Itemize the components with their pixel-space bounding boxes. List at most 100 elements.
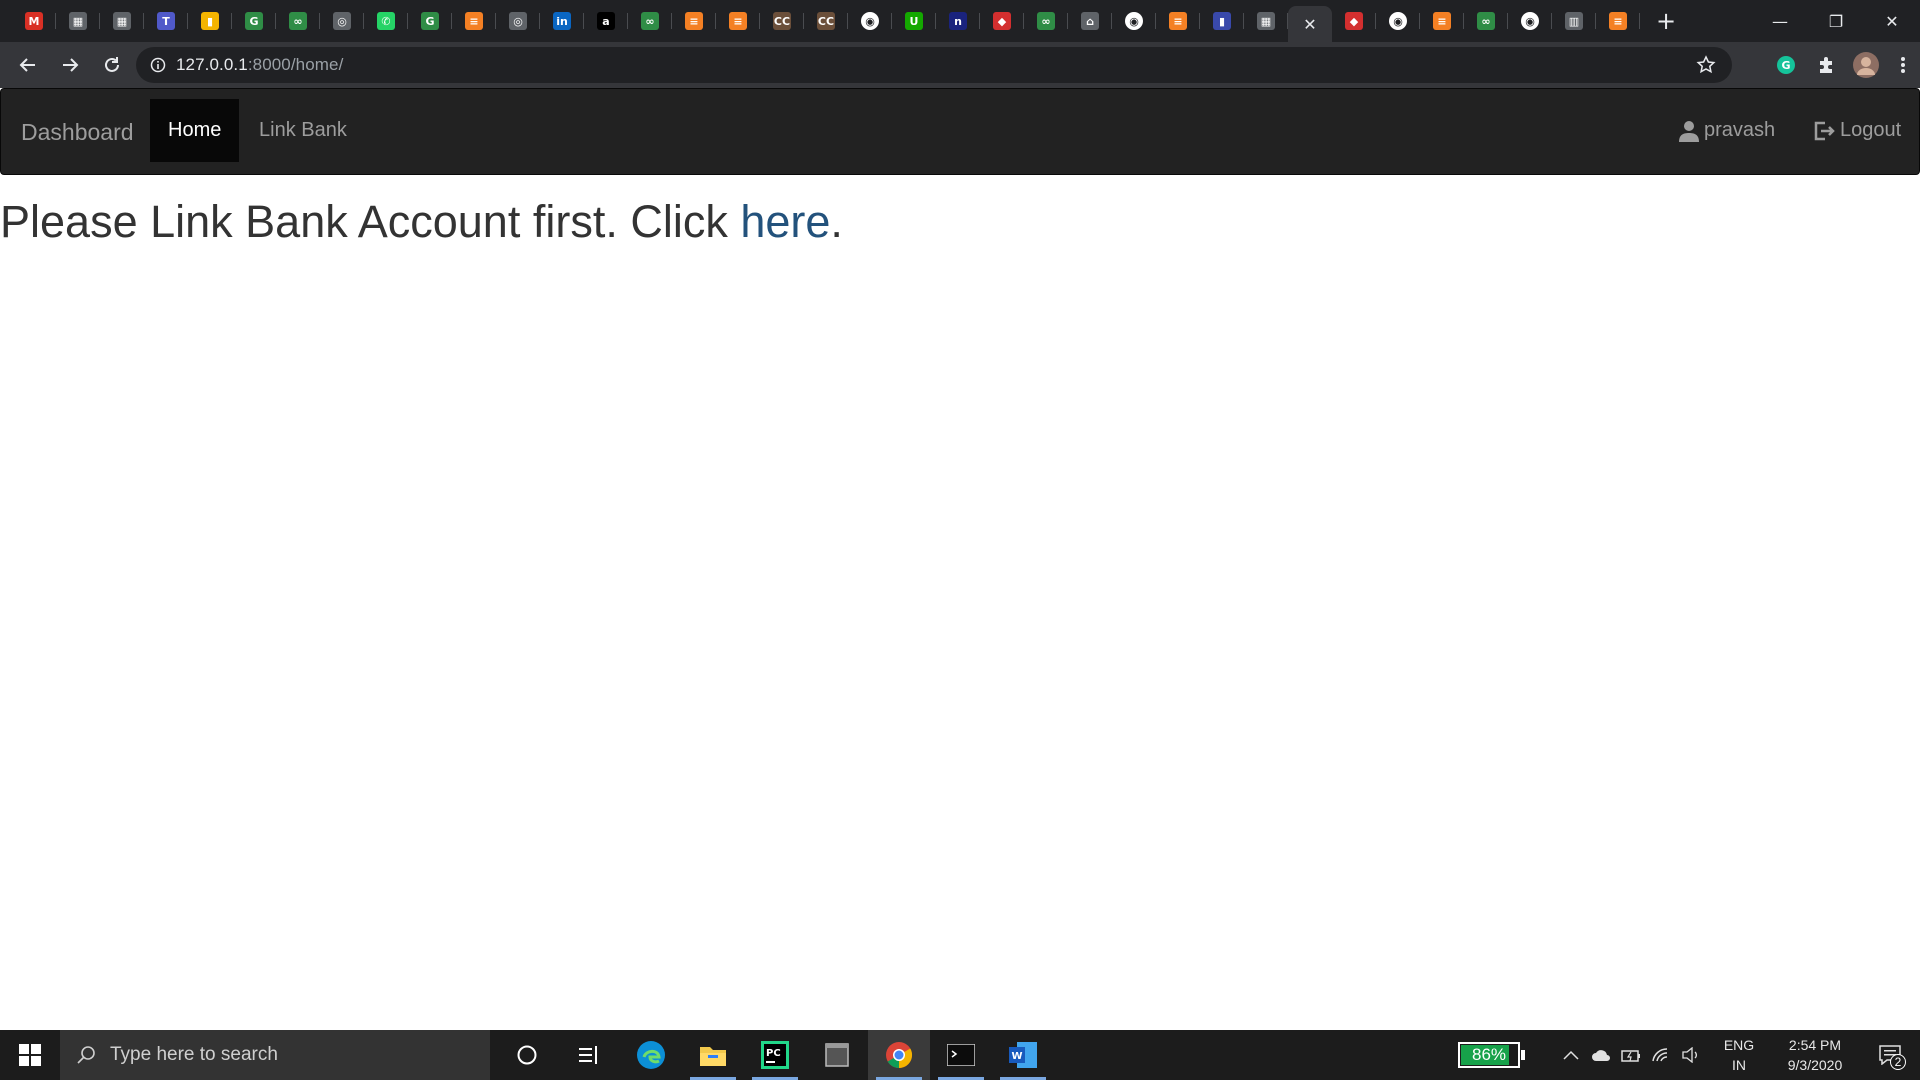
browser-tab[interactable]: n	[936, 0, 980, 42]
wifi-tray[interactable]	[1646, 1030, 1676, 1080]
browser-tab[interactable]: ∞	[1024, 0, 1068, 42]
avatar	[1853, 52, 1879, 78]
chrome-taskbar-button[interactable]	[868, 1030, 930, 1080]
forward-button[interactable]	[50, 45, 90, 85]
browser-tab[interactable]: ≡	[452, 0, 496, 42]
new-tab-button[interactable]: +	[1646, 0, 1686, 42]
taskbar-search[interactable]: Type here to search	[60, 1030, 490, 1080]
url-text[interactable]: 127.0.0.1:8000/home/	[176, 55, 343, 75]
restore-button[interactable]: ❐	[1808, 0, 1864, 42]
gmail-icon: M	[25, 12, 43, 30]
volume-tray[interactable]	[1676, 1030, 1706, 1080]
active-tab[interactable]: ✕	[1288, 6, 1332, 42]
browser-tab[interactable]: M	[12, 0, 56, 42]
file-explorer-taskbar-button[interactable]	[682, 1030, 744, 1080]
pycharm-taskbar-button[interactable]: PC	[744, 1030, 806, 1080]
app-icon: ⌂	[1081, 12, 1099, 30]
start-button[interactable]	[0, 1030, 60, 1080]
extensions-button[interactable]	[1806, 42, 1846, 88]
browser-tab[interactable]: ▮	[188, 0, 232, 42]
action-center-button[interactable]: 2	[1860, 1030, 1920, 1080]
cortana-button[interactable]	[496, 1030, 558, 1080]
browser-tab[interactable]: ≡	[1156, 0, 1200, 42]
back-button[interactable]	[8, 45, 48, 85]
browser-tab-strip: M ▦ ▦ T ▮ G ∞ ◎ ✆ G ≡ ◎ in a ∞ ≡ ≡ CC CC ◉ Un ◆ ∞ ⌂ ◉ ≡ ▮ ▦ ✕ ◆ ◉ ≡ ∞ ◉ ▥ ≡…	[0, 0, 1920, 42]
browser-tab[interactable]: ∞	[628, 0, 672, 42]
notification-count: 2	[1890, 1054, 1906, 1070]
browser-tab[interactable]: ▦	[100, 0, 144, 42]
clock[interactable]: 2:54 PM 9/3/2020	[1770, 1035, 1860, 1075]
browser-tab[interactable]: ◉	[1112, 0, 1156, 42]
browser-tab[interactable]: ◆	[1332, 0, 1376, 42]
book-icon: ▥	[1565, 12, 1583, 30]
link-bank-here-link[interactable]: here	[740, 196, 830, 247]
tab-list: M ▦ ▦ T ▮ G ∞ ◎ ✆ G ≡ ◎ in a ∞ ≡ ≡ CC CC ◉ Un ◆ ∞ ⌂ ◉ ≡ ▮ ▦ ✕ ◆ ◉ ≡ ∞ ◉ ▥ ≡	[0, 0, 1640, 42]
geeksforgeeks-icon: ∞	[1477, 12, 1495, 30]
system-tray: 86% ENG IN 2:54 PM 9/3/2020 2	[1458, 1030, 1920, 1080]
edge-taskbar-button[interactable]	[620, 1030, 682, 1080]
windows-logo-icon	[19, 1044, 41, 1066]
browser-tab[interactable]: ≡	[672, 0, 716, 42]
profile-button[interactable]	[1846, 42, 1886, 88]
browser-tab[interactable]: ◉	[1508, 0, 1552, 42]
browser-tab[interactable]: ✆	[364, 0, 408, 42]
browser-tab[interactable]: ◎	[320, 0, 364, 42]
search-placeholder: Type here to search	[110, 1044, 278, 1065]
close-window-button[interactable]: ✕	[1864, 0, 1920, 42]
browser-tab[interactable]: ≡	[716, 0, 760, 42]
browser-tab[interactable]: in	[540, 0, 584, 42]
terminal-taskbar-button[interactable]	[930, 1030, 992, 1080]
nav-logout-label: Logout	[1840, 119, 1902, 141]
tab-close-icon[interactable]: ✕	[1303, 15, 1316, 34]
nav-home[interactable]: Home	[150, 99, 240, 162]
address-bar[interactable]: 127.0.0.1:8000/home/	[136, 47, 1732, 83]
cortana-icon	[517, 1045, 537, 1065]
task-view-button[interactable]	[558, 1030, 620, 1080]
browser-tab[interactable]: CC	[804, 0, 848, 42]
browser-tab[interactable]: ◆	[980, 0, 1024, 42]
battery-indicator[interactable]: 86%	[1458, 1042, 1525, 1068]
info-icon[interactable]	[150, 57, 166, 73]
browser-tab[interactable]: ▦	[1244, 0, 1288, 42]
message-suffix: .	[830, 196, 843, 247]
menu-button[interactable]	[1886, 42, 1920, 88]
folder-icon	[700, 1047, 726, 1066]
navbar-brand[interactable]: Dashboard	[21, 107, 134, 157]
browser-tab[interactable]: ◉	[848, 0, 892, 42]
browser-tab[interactable]: a	[584, 0, 628, 42]
language-indicator[interactable]: ENG IN	[1714, 1035, 1764, 1075]
browser-tab[interactable]: ▮	[1200, 0, 1244, 42]
geeksforgeeks-icon: G	[421, 12, 439, 30]
speaker-icon	[1682, 1047, 1697, 1063]
word-taskbar-button[interactable]: W	[992, 1030, 1054, 1080]
minimize-button[interactable]: —	[1752, 0, 1808, 42]
chart-icon: ▮	[201, 12, 219, 30]
browser-tab[interactable]: ≡	[1596, 0, 1640, 42]
browser-tab[interactable]: G	[232, 0, 276, 42]
browser-tab[interactable]: G	[408, 0, 452, 42]
browser-tab[interactable]: ≡	[1420, 0, 1464, 42]
grammarly-extension[interactable]: G	[1766, 42, 1806, 88]
nav-user[interactable]: pravash	[1679, 99, 1775, 162]
bookmark-star-icon[interactable]	[1696, 55, 1716, 75]
app-taskbar-button[interactable]	[806, 1030, 868, 1080]
browser-tab[interactable]: CC	[760, 0, 804, 42]
browser-tab[interactable]: T	[144, 0, 188, 42]
browser-tab[interactable]: ⌂	[1068, 0, 1112, 42]
reload-button[interactable]	[92, 45, 132, 85]
browser-tab[interactable]: ◉	[1376, 0, 1420, 42]
onedrive-tray[interactable]	[1586, 1030, 1616, 1080]
browser-tab[interactable]: ▥	[1552, 0, 1596, 42]
nav-link-bank[interactable]: Link Bank	[241, 99, 365, 162]
power-tray[interactable]	[1616, 1030, 1646, 1080]
browser-tab[interactable]: ◎	[496, 0, 540, 42]
browser-tab[interactable]: ▦	[56, 0, 100, 42]
app-icon: ▦	[113, 12, 131, 30]
windows-taskbar: Type here to search PC W 86% ENG IN 2:54…	[0, 1030, 1920, 1080]
browser-tab[interactable]: ∞	[1464, 0, 1508, 42]
show-hidden-icons-button[interactable]	[1556, 1030, 1586, 1080]
browser-tab[interactable]: U	[892, 0, 936, 42]
nav-logout[interactable]: Logout	[1813, 99, 1901, 162]
browser-tab[interactable]: ∞	[276, 0, 320, 42]
teams-icon: T	[157, 12, 175, 30]
